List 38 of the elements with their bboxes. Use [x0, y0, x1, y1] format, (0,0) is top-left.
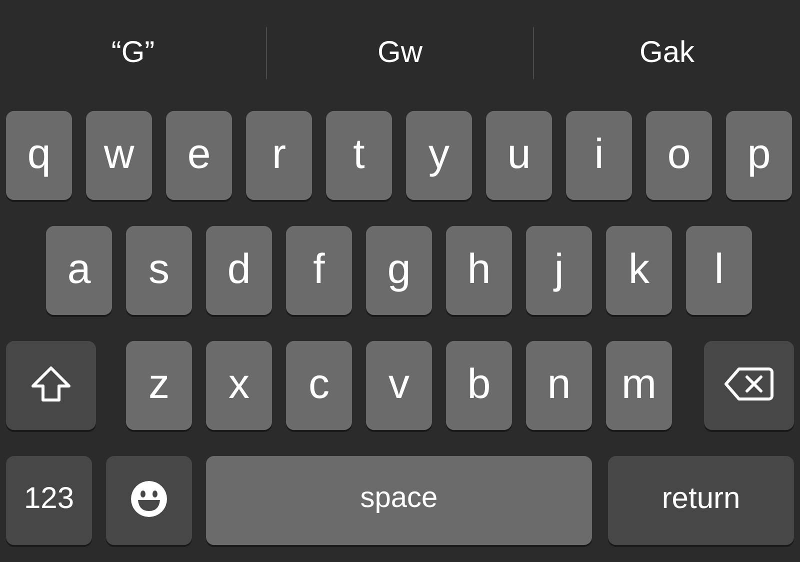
letter-key[interactable]: c [286, 341, 352, 430]
space-key[interactable]: space [206, 456, 592, 545]
letter-key[interactable]: m [606, 341, 672, 430]
letter-key[interactable]: i [566, 111, 632, 200]
letter-key[interactable]: a [46, 226, 112, 315]
letter-key[interactable]: z [126, 341, 192, 430]
letter-key[interactable]: j [526, 226, 592, 315]
letter-key[interactable]: h [446, 226, 512, 315]
suggestion-button[interactable]: Gak [631, 32, 703, 74]
letter-key[interactable]: n [526, 341, 592, 430]
letter-key[interactable]: s [126, 226, 192, 315]
letter-key[interactable]: b [446, 341, 512, 430]
letter-key[interactable]: p [726, 111, 792, 200]
letter-key[interactable]: t [326, 111, 392, 200]
letter-key[interactable]: e [166, 111, 232, 200]
emoji-key[interactable] [106, 456, 192, 545]
backspace-icon [724, 366, 774, 402]
numbers-key[interactable]: 123 [6, 456, 92, 545]
letter-key[interactable]: k [606, 226, 672, 315]
letter-key[interactable]: o [646, 111, 712, 200]
suggestion-button[interactable]: Gw [370, 32, 430, 74]
letter-key[interactable]: w [86, 111, 152, 200]
letter-key[interactable]: l [686, 226, 752, 315]
shift-icon [30, 364, 72, 402]
letter-key[interactable]: r [246, 111, 312, 200]
letter-key[interactable]: y [406, 111, 472, 200]
shift-key[interactable] [6, 341, 96, 430]
delete-key[interactable] [704, 341, 794, 430]
smiley-icon [130, 480, 168, 518]
letter-key[interactable]: u [486, 111, 552, 200]
letter-key[interactable]: x [206, 341, 272, 430]
letter-key[interactable]: q [6, 111, 72, 200]
letter-key[interactable]: v [366, 341, 432, 430]
suggestion-button[interactable]: “G” [103, 32, 163, 74]
return-key[interactable]: return [608, 456, 794, 545]
letter-key[interactable]: g [366, 226, 432, 315]
letter-key[interactable]: d [206, 226, 272, 315]
letter-key[interactable]: f [286, 226, 352, 315]
